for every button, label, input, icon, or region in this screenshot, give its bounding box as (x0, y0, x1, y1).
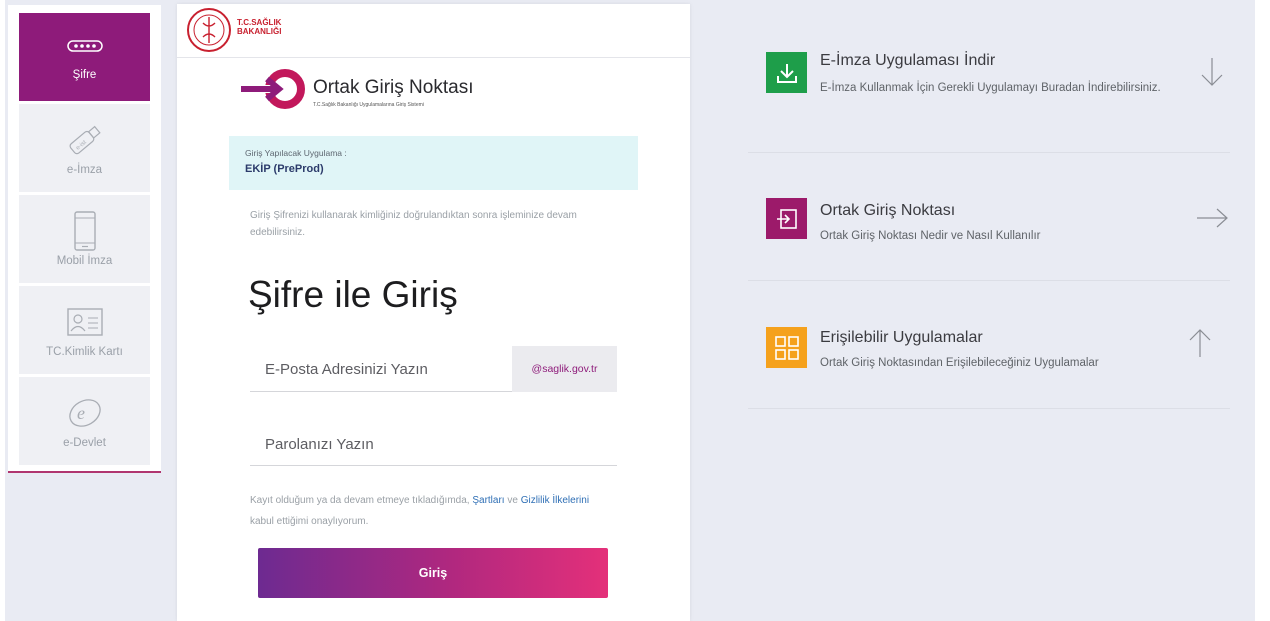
grid-icon (766, 327, 807, 368)
terms-link[interactable]: Şartları (472, 495, 504, 506)
ministry-name: T.C.SAĞLIK BAKANLIĞI (237, 18, 282, 36)
password-dots-icon (66, 33, 103, 59)
arrow-up-icon (1188, 327, 1212, 364)
sidebar-item-e-devlet[interactable]: e e-Devlet (19, 377, 150, 465)
privacy-link[interactable]: Gizlilik İlkelerini (521, 495, 589, 506)
target-application-box: Giriş Yapılacak Uygulama : EKİP (PreProd… (229, 136, 638, 190)
info-links: E-İmza Uygulaması İndir E-İmza Kullanmak… (748, 20, 1230, 409)
ogn-title: Ortak Giriş Noktası (313, 77, 474, 98)
link-title: Ortak Giriş Noktası (820, 202, 956, 219)
link-e-imza-download[interactable]: E-İmza Uygulaması İndir E-İmza Kullanmak… (748, 20, 1230, 153)
e-devlet-icon: e (65, 393, 105, 433)
sidebar-item-label: Mobil İmza (56, 255, 113, 267)
link-ortak-giris[interactable]: Ortak Giriş Noktası Ortak Giriş Noktası … (748, 153, 1230, 281)
app-name: EKİP (PreProd) (245, 163, 324, 175)
svg-text:e: e (77, 403, 85, 423)
sidebar-item-label: Şifre (72, 69, 97, 81)
sidebar-item-tc-kimlik[interactable]: TC.Kimlik Kartı (19, 286, 150, 374)
card-header: T.C.SAĞLIK BAKANLIĞI (177, 4, 690, 58)
app-label: Giriş Yapılacak Uygulama : (245, 148, 347, 158)
usb-token-icon: e-ist (63, 120, 107, 160)
email-input[interactable] (250, 346, 512, 392)
sidebar-item-sifre[interactable]: Şifre (19, 13, 150, 101)
link-desc: Ortak Giriş Noktası Nedir ve Nasıl Kulla… (820, 230, 1041, 242)
link-erisilebilir-uygulamalar[interactable]: Erişilebilir Uygulamalar Ortak Giriş Nok… (748, 281, 1230, 409)
ortak-giris-logo-icon (239, 68, 309, 115)
login-icon (766, 198, 807, 239)
arrow-right-icon (1196, 208, 1230, 233)
download-icon (766, 52, 807, 93)
terms-text: Kayıt olduğum ya da devam etmeye tıkladı… (250, 495, 590, 527)
sidebar-item-e-imza[interactable]: e-ist e-İmza (19, 104, 150, 192)
link-title: Erişilebilir Uygulamalar (820, 329, 983, 346)
link-desc: E-İmza Kullanmak İçin Gerekli Uygulamayı… (820, 82, 1161, 94)
link-desc: Ortak Giriş Noktasından Erişilebileceğin… (820, 357, 1099, 369)
login-method-sidebar: Şifre e-ist e-İmza Mobil İmza TC.Kimlik … (8, 5, 161, 473)
email-row: @saglik.gov.tr (250, 346, 617, 392)
ogn-subtitle: T.C.Sağlık Bakanlığı Uygulamalarına Giri… (313, 102, 424, 108)
page-title: Şifre ile Giriş (248, 274, 458, 315)
sidebar-item-label: TC.Kimlik Kartı (46, 346, 123, 358)
mobile-phone-icon (73, 211, 97, 251)
password-input[interactable] (250, 422, 617, 466)
svg-text:e-ist: e-ist (75, 139, 88, 151)
email-domain-suffix: @saglik.gov.tr (512, 346, 617, 392)
id-card-icon (66, 302, 103, 342)
arrow-down-icon (1200, 56, 1224, 93)
sidebar-item-label: e-Devlet (63, 437, 106, 449)
link-title: E-İmza Uygulaması İndir (820, 52, 996, 69)
login-button[interactable]: Giriş (258, 548, 608, 598)
login-card: T.C.SAĞLIK BAKANLIĞI Ortak Giriş Noktası… (177, 4, 690, 621)
password-row (250, 422, 617, 466)
ministry-seal-icon (186, 7, 232, 58)
info-text: Giriş Şifrenizi kullanarak kimliğiniz do… (250, 210, 577, 238)
sidebar-item-label: e-İmza (66, 164, 103, 176)
sidebar-item-mobil-imza[interactable]: Mobil İmza (19, 195, 150, 283)
